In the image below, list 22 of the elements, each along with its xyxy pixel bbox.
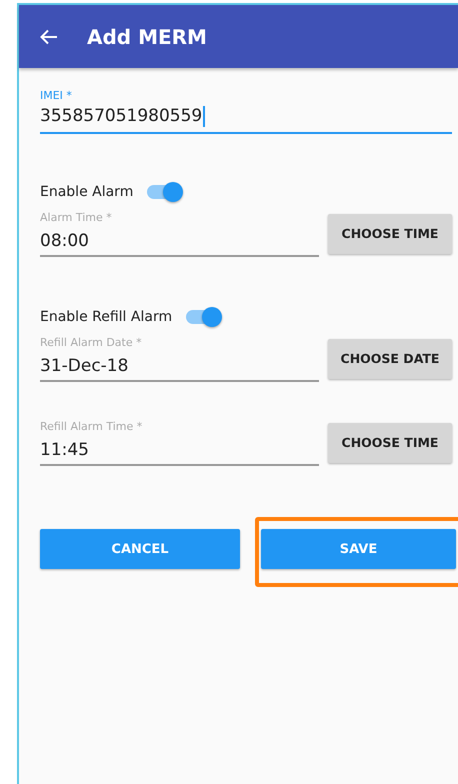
choose-button[interactable]: CHOOSE TIME — [328, 422, 452, 462]
choose-button[interactable]: CHOOSE TIME — [328, 214, 452, 254]
field-label: Refill Alarm Time * — [40, 419, 144, 434]
input-field[interactable]: Alarm Time * 08:00 — [40, 210, 319, 257]
field-label: Refill Alarm Date * — [40, 335, 143, 350]
text-cursor — [203, 106, 206, 127]
field-value: 31-Dec-18 — [40, 355, 128, 378]
toggle-label: Enable Refill Alarm — [40, 309, 172, 325]
field-value: 11:45 — [40, 439, 89, 462]
choose-button[interactable]: CHOOSE DATE — [328, 338, 452, 378]
input-field[interactable]: Refill Alarm Date * 31-Dec-18 — [40, 335, 319, 382]
field-value: 08:00 — [40, 230, 89, 253]
input-field[interactable]: Refill Alarm Time * 11:45 — [40, 419, 319, 466]
toggle-switch[interactable] — [186, 310, 220, 324]
field-value: 355857051980559 — [40, 103, 202, 129]
toggle-label: Enable Alarm — [40, 184, 134, 200]
screen-title: Add MERM — [87, 24, 207, 48]
back-arrow-icon[interactable] — [40, 28, 58, 44]
toggle-switch[interactable] — [147, 185, 182, 199]
imei-field[interactable]: IMEI * 355857051980559 — [40, 88, 452, 134]
field-label: IMEI * — [40, 88, 73, 103]
field-label: Alarm Time * — [40, 210, 113, 225]
